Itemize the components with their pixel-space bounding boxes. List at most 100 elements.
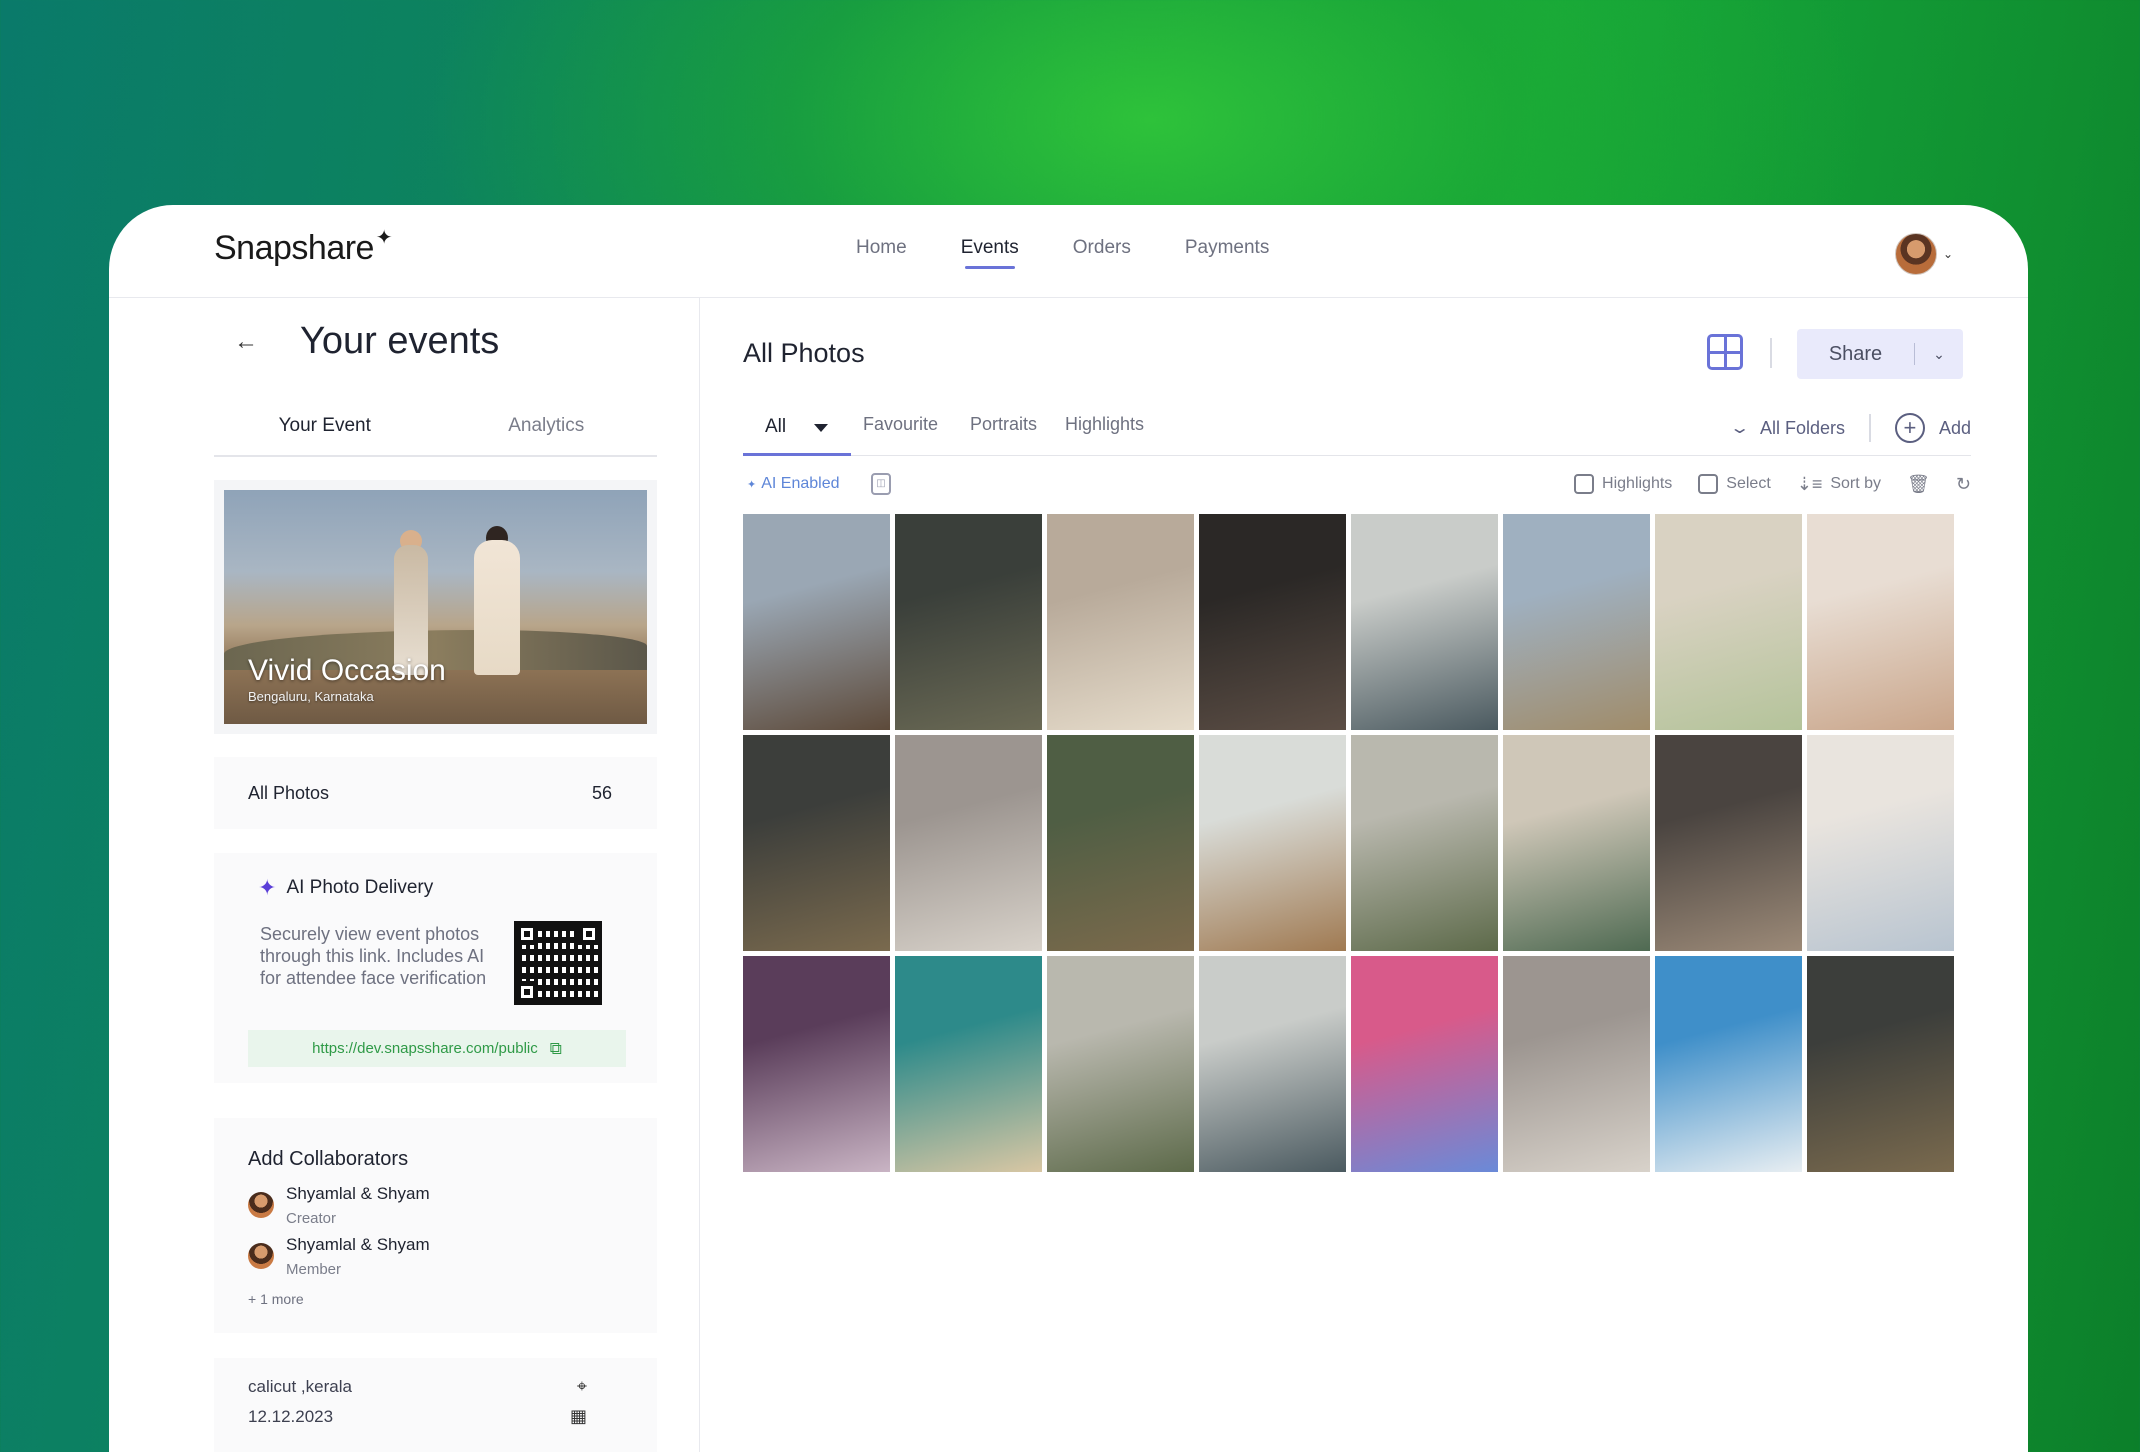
snapshare-logo[interactable]: Snapshare ✦ (214, 227, 392, 268)
photo-houseboat-2[interactable] (1199, 956, 1346, 1172)
bookmark-icon[interactable]: ◫ (871, 473, 891, 495)
event-meta-location: calicut ,kerala (248, 1376, 352, 1396)
ai-photo-delivery-panel: ✦ AI Photo Delivery Securely view event … (214, 853, 657, 1083)
share-button[interactable]: Share ⌄ (1797, 329, 1963, 379)
sort-label: Sort by (1830, 475, 1882, 492)
photo-ornate-dome[interactable] (1503, 514, 1650, 730)
sort-button[interactable]: ⇣≡ Sort by (1797, 474, 1881, 495)
user-avatar (1894, 233, 1937, 275)
filter-all-dropdown[interactable]: All (743, 406, 851, 456)
logo-spark-icon: ✦ (375, 227, 393, 249)
all-photos-summary[interactable]: All Photos 56 (214, 757, 657, 829)
photo-lilac-flowers[interactable] (743, 956, 890, 1172)
chevron-down-icon: ⌄ (1942, 247, 1953, 261)
grid-view-icon[interactable] (1707, 334, 1743, 370)
highlights-button[interactable]: Highlights (1574, 474, 1672, 494)
more-collaborators-link[interactable]: + 1 more (248, 1291, 304, 1307)
collaborator-row[interactable]: Shyamlal & Shyam Member (248, 1235, 430, 1278)
all-photos-label: All Photos (248, 782, 330, 803)
event-date-row: 12.12.2023 ▦ (248, 1406, 587, 1427)
qr-code[interactable] (514, 921, 602, 1005)
nav-home[interactable]: Home (856, 237, 907, 269)
all-folders-dropdown[interactable]: All Folders (1760, 418, 1845, 439)
ai-enabled-badge[interactable]: ✦ AI Enabled (743, 470, 844, 498)
photo-woman-dark-dress[interactable] (1199, 514, 1346, 730)
photo-mountain-hiker[interactable] (743, 514, 890, 730)
select-button[interactable]: Select (1698, 474, 1771, 494)
event-location: Bengaluru, Karnataka (248, 689, 374, 704)
collaborators-panel: Add Collaborators Shyamlal & Shyam Creat… (214, 1118, 657, 1333)
photo-white-house-2[interactable] (1047, 956, 1194, 1172)
sort-icon: ⇣≡ (1796, 473, 1823, 494)
photo-green-room-chair[interactable] (1047, 735, 1194, 951)
nav-orders[interactable]: Orders (1073, 237, 1131, 269)
trash-icon[interactable]: 🗑 (1907, 474, 1930, 495)
photos-main: All Photos Share ⌄ All Favourite Portrai… (701, 298, 2028, 1452)
tab-portraits[interactable]: Portraits (970, 414, 1037, 435)
copy-icon[interactable]: ⧉ (550, 1039, 562, 1059)
highlights-label: Highlights (1602, 475, 1673, 492)
event-meta-panel: calicut ,kerala ⌖ 12.12.2023 ▦ (214, 1358, 657, 1452)
chevron-down-icon[interactable]: ⌄ (1915, 346, 1963, 363)
photo-graffiti-woman[interactable] (1351, 956, 1498, 1172)
main-nav: Home Events Orders Payments (856, 237, 1269, 269)
add-circle-icon[interactable]: + (1894, 413, 1925, 443)
photo-beach-aerial[interactable] (895, 956, 1042, 1172)
tab-your-event[interactable]: Your Event (214, 405, 436, 455)
tab-highlights[interactable]: Highlights (1065, 414, 1144, 435)
chevron-down-icon[interactable]: ⌄ (1729, 418, 1750, 438)
event-sidebar: ← Your events Your Event Analytics Vivid… (109, 298, 700, 1452)
event-cover-image: Vivid Occasion Bengaluru, Karnataka (224, 490, 647, 724)
photo-pier-walk[interactable] (1199, 735, 1346, 951)
photo-woman-stairs-2[interactable] (1503, 956, 1650, 1172)
event-location-row: calicut ,kerala ⌖ (248, 1376, 587, 1397)
photo-street-scooter[interactable] (1655, 735, 1802, 951)
photo-balcony-building[interactable] (1503, 735, 1650, 951)
photo-antwerpen-clock[interactable] (743, 735, 890, 951)
photo-woman-stairs[interactable] (895, 735, 1042, 951)
photo-woman-reading[interactable] (1655, 514, 1802, 730)
caret-down-icon (814, 424, 829, 432)
calendar-icon: ▦ (569, 1406, 587, 1426)
photo-grid (743, 514, 1955, 1172)
event-cover-card[interactable]: Vivid Occasion Bengaluru, Karnataka (214, 480, 657, 734)
public-link[interactable]: https://dev.snapsshare.com/public (312, 1040, 538, 1057)
tab-analytics[interactable]: Analytics (436, 405, 658, 455)
location-pin-icon: ⌖ (576, 1376, 587, 1396)
back-arrow-icon[interactable]: ← (234, 328, 258, 356)
filter-all-label: All (765, 416, 787, 437)
collaborator-avatar (248, 1243, 274, 1269)
nav-events[interactable]: Events (961, 237, 1019, 269)
toolbar-actions: Highlights Select ⇣≡ Sort by 🗑 ↻ (1574, 470, 1971, 498)
public-link-bar[interactable]: https://dev.snapsshare.com/public ⧉ (248, 1030, 626, 1067)
photo-puppy-bed[interactable] (1807, 514, 1954, 730)
collaborator-avatar (248, 1192, 274, 1218)
app-window: Snapshare ✦ Home Events Orders Payments ⌄… (109, 205, 2028, 1452)
refresh-icon[interactable]: ↻ (1956, 474, 1971, 495)
user-menu[interactable]: ⌄ (1894, 233, 1953, 275)
delivery-title-text: AI Photo Delivery (286, 877, 434, 898)
logo-text: Snapshare (214, 229, 374, 267)
photo-white-house-tree[interactable] (1351, 735, 1498, 951)
collaborators-title[interactable]: Add Collaborators (248, 1148, 623, 1171)
photo-filters: All Favourite Portraits Highlights ⌄ All… (743, 406, 1971, 456)
collaborator-name: Shyamlal & Shyam (286, 1184, 430, 1203)
photo-antwerpen-clock-2[interactable] (1807, 956, 1954, 1172)
top-navbar: Snapshare ✦ Home Events Orders Payments ⌄ (109, 205, 2028, 298)
collaborator-row[interactable]: Shyamlal & Shyam Creator (248, 1184, 430, 1227)
photo-curly-woman[interactable] (1807, 735, 1954, 951)
bookmark-icon (1574, 474, 1595, 494)
event-meta-date: 12.12.2023 (248, 1406, 334, 1426)
add-button[interactable]: Add (1939, 418, 1971, 439)
photo-escalator-man[interactable] (895, 514, 1042, 730)
page-title: Your events (300, 320, 500, 362)
collaborator-role: Creator (286, 1210, 337, 1227)
photo-palau-arts[interactable] (1655, 956, 1802, 1172)
event-name: Vivid Occasion (248, 654, 446, 687)
nav-payments[interactable]: Payments (1185, 237, 1269, 269)
photo-houseboat-canal[interactable] (1351, 514, 1498, 730)
tab-favourite[interactable]: Favourite (863, 414, 938, 435)
sidebar-tabs: Your Event Analytics (214, 405, 657, 457)
delivery-description: Securely view event photos through this … (260, 924, 487, 988)
photo-candles-cozy[interactable] (1047, 514, 1194, 730)
